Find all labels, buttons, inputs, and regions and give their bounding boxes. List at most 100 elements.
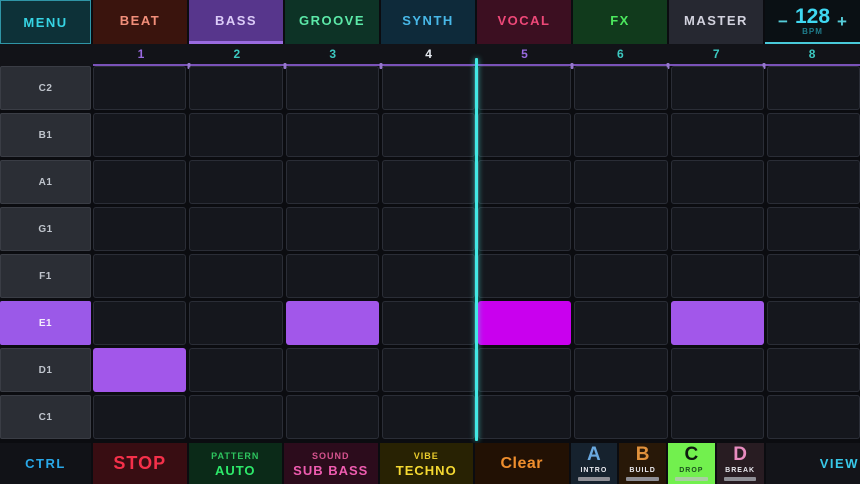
step-cell-b1-3[interactable] xyxy=(286,113,379,157)
step-cell-g1-1[interactable] xyxy=(93,207,186,251)
step-cell-g1-3[interactable] xyxy=(286,207,379,251)
step-cell-f1-3[interactable] xyxy=(286,254,379,298)
step-cell-a1-1[interactable] xyxy=(93,160,186,204)
step-cell-c2-5[interactable] xyxy=(478,66,571,110)
step-cell-e1-2[interactable] xyxy=(189,301,282,345)
step-cell-c2-1[interactable] xyxy=(93,66,186,110)
section-d-button[interactable]: DBREAK xyxy=(717,443,764,484)
step-cell-g1-5[interactable] xyxy=(478,207,571,251)
step-cell-f1-5[interactable] xyxy=(478,254,571,298)
menu-button[interactable]: MENU xyxy=(0,0,91,44)
tab-vocal[interactable]: VOCAL xyxy=(477,0,571,44)
step-cell-g1-7[interactable] xyxy=(671,207,764,251)
note-key-f1[interactable]: F1 xyxy=(0,254,91,298)
note-key-c2[interactable]: C2 xyxy=(0,66,91,110)
step-cell-f1-1[interactable] xyxy=(93,254,186,298)
step-cell-a1-4[interactable] xyxy=(382,160,475,204)
step-cell-a1-2[interactable] xyxy=(189,160,282,204)
clear-button[interactable]: Clear xyxy=(475,443,569,484)
step-cell-c1-2[interactable] xyxy=(189,395,282,439)
step-cell-b1-2[interactable] xyxy=(189,113,282,157)
step-cell-g1-4[interactable] xyxy=(382,207,475,251)
step-cell-b1-8[interactable] xyxy=(767,113,860,157)
view-button[interactable]: VIEW xyxy=(766,443,860,484)
step-cell-b1-4[interactable] xyxy=(382,113,475,157)
step-cell-d1-5[interactable] xyxy=(478,348,571,392)
step-cell-e1-1[interactable] xyxy=(93,301,186,345)
step-cell-c2-6[interactable] xyxy=(574,66,667,110)
section-name: INTRO xyxy=(580,466,607,475)
tab-fx[interactable]: FX xyxy=(573,0,667,44)
note-key-b1[interactable]: B1 xyxy=(0,113,91,157)
step-cell-c1-5[interactable] xyxy=(478,395,571,439)
ctrl-button[interactable]: CTRL xyxy=(0,443,91,484)
step-cell-d1-6[interactable] xyxy=(574,348,667,392)
tab-synth[interactable]: SYNTH xyxy=(381,0,475,44)
tab-master[interactable]: MASTER xyxy=(669,0,763,44)
step-cell-d1-7[interactable] xyxy=(671,348,764,392)
vibe-selector[interactable]: VIBE TECHNO xyxy=(380,443,474,484)
step-cell-c2-7[interactable] xyxy=(671,66,764,110)
section-key: B xyxy=(636,444,650,466)
step-cell-a1-6[interactable] xyxy=(574,160,667,204)
step-cell-c1-3[interactable] xyxy=(286,395,379,439)
step-cell-c1-4[interactable] xyxy=(382,395,475,439)
step-cell-d1-4[interactable] xyxy=(382,348,475,392)
step-cell-b1-1[interactable] xyxy=(93,113,186,157)
step-cell-e1-6[interactable] xyxy=(574,301,667,345)
note-key-d1[interactable]: D1 xyxy=(0,348,91,392)
bpm-increase-button[interactable]: + xyxy=(837,13,847,30)
step-cell-d1-3[interactable] xyxy=(286,348,379,392)
sound-selector[interactable]: SOUND SUB BASS xyxy=(284,443,378,484)
section-name: BREAK xyxy=(725,466,755,475)
step-cell-g1-6[interactable] xyxy=(574,207,667,251)
note-key-g1[interactable]: G1 xyxy=(0,207,91,251)
step-cell-e1-7[interactable] xyxy=(671,301,764,345)
step-cell-f1-4[interactable] xyxy=(382,254,475,298)
step-cell-f1-2[interactable] xyxy=(189,254,282,298)
step-cell-c2-3[interactable] xyxy=(286,66,379,110)
note-key-a1[interactable]: A1 xyxy=(0,160,91,204)
step-cell-g1-8[interactable] xyxy=(767,207,860,251)
bpm-display: 128 BPM xyxy=(795,7,830,36)
step-cell-f1-6[interactable] xyxy=(574,254,667,298)
step-cell-d1-8[interactable] xyxy=(767,348,860,392)
tab-beat[interactable]: BEAT xyxy=(93,0,187,44)
step-cell-b1-7[interactable] xyxy=(671,113,764,157)
step-cell-c2-2[interactable] xyxy=(189,66,282,110)
note-key-e1[interactable]: E1 xyxy=(0,301,91,345)
tab-bass[interactable]: BASS xyxy=(189,0,283,44)
step-cell-d1-2[interactable] xyxy=(189,348,282,392)
step-cell-g1-2[interactable] xyxy=(189,207,282,251)
section-a-button[interactable]: AINTRO xyxy=(571,443,618,484)
step-cell-a1-7[interactable] xyxy=(671,160,764,204)
step-cell-f1-8[interactable] xyxy=(767,254,860,298)
step-cell-e1-8[interactable] xyxy=(767,301,860,345)
step-cell-b1-6[interactable] xyxy=(574,113,667,157)
step-cell-c2-8[interactable] xyxy=(767,66,860,110)
step-cell-c1-8[interactable] xyxy=(767,395,860,439)
tab-groove[interactable]: GROOVE xyxy=(285,0,379,44)
sequencer-app: MENU BEATBASSGROOVESYNTHVOCALFXMASTER − … xyxy=(0,0,860,484)
step-cell-a1-3[interactable] xyxy=(286,160,379,204)
note-key-c1[interactable]: C1 xyxy=(0,395,91,439)
step-cell-a1-5[interactable] xyxy=(478,160,571,204)
step-cell-e1-3[interactable] xyxy=(286,301,379,345)
stop-button[interactable]: STOP xyxy=(93,443,187,484)
step-cell-f1-7[interactable] xyxy=(671,254,764,298)
step-cell-e1-4[interactable] xyxy=(382,301,475,345)
step-cell-c2-4[interactable] xyxy=(382,66,475,110)
beat-number-3: 3 xyxy=(285,44,381,64)
step-cell-c1-6[interactable] xyxy=(574,395,667,439)
vibe-label: VIBE xyxy=(414,450,439,463)
bpm-decrease-button[interactable]: − xyxy=(778,13,788,30)
step-cell-c1-7[interactable] xyxy=(671,395,764,439)
section-b-button[interactable]: BBUILD xyxy=(619,443,666,484)
pattern-selector[interactable]: PATTERN AUTO xyxy=(189,443,283,484)
section-c-button[interactable]: CDROP xyxy=(668,443,715,484)
step-cell-e1-5[interactable] xyxy=(478,301,571,345)
step-cell-a1-8[interactable] xyxy=(767,160,860,204)
step-cell-c1-1[interactable] xyxy=(93,395,186,439)
step-cell-d1-1[interactable] xyxy=(93,348,186,392)
step-cell-b1-5[interactable] xyxy=(478,113,571,157)
